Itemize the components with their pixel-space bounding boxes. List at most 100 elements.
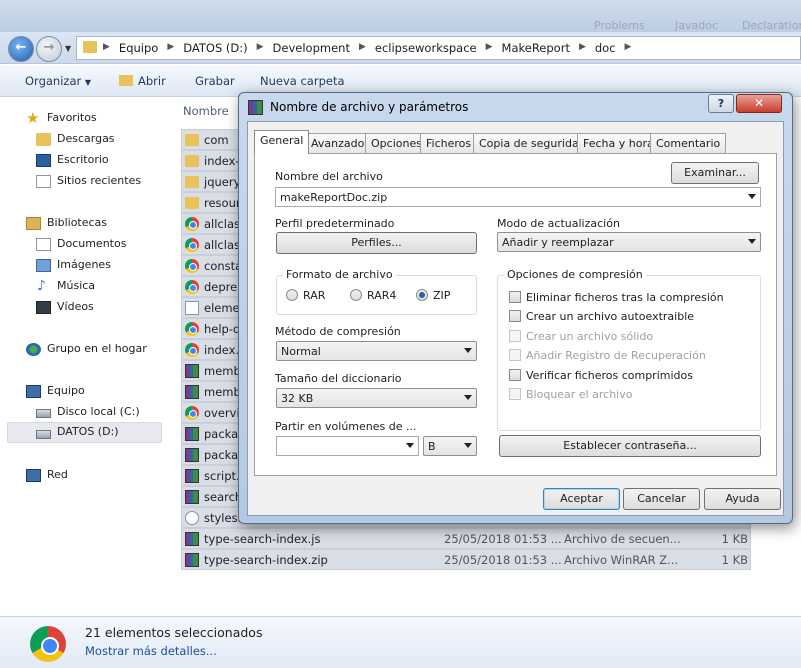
chevron-down-icon[interactable]: [748, 194, 756, 199]
format-zip-radio[interactable]: ZIP: [416, 289, 450, 302]
compression-method-select[interactable]: Normal: [276, 341, 477, 361]
test-files-checkbox[interactable]: Verificar ficheros comprimidos: [509, 369, 693, 382]
chevron-right-icon[interactable]: ▶: [167, 42, 174, 56]
delete-files-checkbox[interactable]: Eliminar ficheros tras la compresión: [509, 291, 724, 304]
downloads-folder-icon: [36, 133, 51, 146]
winrar-icon: [185, 490, 199, 504]
tab-advanced[interactable]: Avanzado: [305, 133, 371, 153]
sidebar-item-label: Disco local (C:): [57, 405, 140, 418]
file-row[interactable]: type-search-index.js 25/05/2018 01:53 ...…: [181, 528, 751, 549]
sidebar-item-homegroup[interactable]: Grupo en el hogar: [0, 339, 172, 360]
compression-method-label: Método de compresión: [275, 325, 401, 338]
tab-comment[interactable]: Comentario: [650, 133, 727, 153]
file-type: Archivo de secuen...: [564, 532, 681, 546]
chevron-right-icon[interactable]: ▶: [579, 42, 586, 56]
close-button[interactable]: ✕: [736, 94, 782, 113]
format-rar-radio[interactable]: RAR: [286, 289, 325, 302]
sidebar-item-videos[interactable]: Vídeos: [0, 297, 172, 318]
chrome-icon: [30, 626, 66, 662]
sidebar-item-network[interactable]: Red: [0, 465, 172, 486]
dictionary-size-select[interactable]: 32 KB: [276, 388, 477, 408]
winrar-icon: [248, 100, 263, 115]
profiles-button[interactable]: Perfiles...: [276, 232, 477, 254]
file-date: 25/05/2018 01:53 ...: [444, 553, 562, 567]
tab-general[interactable]: General: [254, 130, 310, 154]
update-mode-label: Modo de actualización: [497, 217, 620, 230]
sidebar-item-label: Música: [57, 279, 96, 292]
open-button[interactable]: Abrir: [119, 74, 166, 88]
sidebar-item-music[interactable]: ♪ Música: [0, 276, 172, 297]
split-volumes-input[interactable]: [276, 436, 419, 456]
tab-backup[interactable]: Copia de seguridad: [473, 133, 592, 153]
new-folder-button[interactable]: Nueva carpeta: [260, 74, 345, 88]
sidebar-item-label: Red: [47, 468, 68, 481]
create-sfx-checkbox[interactable]: Crear un archivo autoextraible: [509, 310, 694, 323]
file-name: depre: [204, 280, 238, 294]
file-row[interactable]: type-search-index.zip 25/05/2018 01:53 ..…: [181, 549, 751, 570]
organize-label: Organizar: [25, 74, 82, 88]
file-name: allclas: [204, 217, 240, 231]
crumb-makereport[interactable]: MakeReport: [502, 41, 570, 55]
checkbox-icon: [509, 388, 521, 400]
sidebar-item-data-drive[interactable]: DATOS (D:): [7, 422, 162, 443]
sidebar-item-favorites[interactable]: ★ Favoritos: [0, 108, 172, 129]
desktop-icon: [36, 154, 51, 167]
file-size: 1 KB: [721, 553, 748, 567]
chevron-right-icon[interactable]: ▶: [625, 42, 632, 56]
sidebar-item-pictures[interactable]: Imágenes: [0, 255, 172, 276]
file-name: help-d: [204, 322, 241, 336]
checkbox-icon: [509, 291, 521, 303]
crumb-development[interactable]: Development: [273, 41, 350, 55]
file-name: resour: [204, 196, 241, 210]
chevron-right-icon[interactable]: ▶: [257, 42, 264, 56]
crumb-datos[interactable]: DATOS (D:): [183, 41, 247, 55]
chevron-down-icon[interactable]: ▼: [65, 44, 71, 53]
sidebar-item-label: Equipo: [47, 384, 85, 397]
help-title-button[interactable]: ?: [708, 94, 734, 113]
tab-files[interactable]: Ficheros: [420, 133, 478, 153]
update-mode-select[interactable]: Añadir y reemplazar: [497, 232, 761, 252]
sidebar-item-local-disk[interactable]: Disco local (C:): [0, 402, 172, 423]
help-button[interactable]: Ayuda: [704, 488, 781, 510]
column-header-name[interactable]: Nombre: [183, 104, 229, 118]
chrome-icon: [185, 406, 199, 420]
chevron-right-icon[interactable]: ▶: [103, 42, 110, 56]
file-name: overvi: [204, 406, 240, 420]
show-more-details-link[interactable]: Mostrar más detalles...: [85, 644, 217, 658]
browse-button[interactable]: Examinar...: [671, 162, 759, 184]
back-button[interactable]: ←: [8, 36, 34, 62]
archive-name-dialog: Nombre de archivo y parámetros ? ✕ Gener…: [238, 92, 793, 524]
chevron-right-icon[interactable]: ▶: [359, 42, 366, 56]
winrar-icon: [185, 427, 199, 441]
tab-options[interactable]: Opciones: [365, 133, 428, 153]
chrome-icon: [185, 280, 199, 294]
music-note-icon: ♪: [37, 278, 46, 294]
archive-name-input[interactable]: makeReportDoc.zip: [275, 187, 761, 207]
radio-label: RAR4: [367, 289, 397, 302]
sidebar-item-computer[interactable]: Equipo: [0, 381, 172, 402]
crumb-doc[interactable]: doc: [595, 41, 616, 55]
organize-button[interactable]: Organizar ▼: [25, 74, 91, 88]
sidebar-item-recent[interactable]: Sitios recientes: [0, 171, 172, 192]
sidebar-item-downloads[interactable]: Descargas: [0, 129, 172, 150]
background-tab-javadoc: Javadoc: [675, 19, 718, 32]
format-rar4-radio[interactable]: RAR4: [350, 289, 396, 302]
chevron-down-icon: [464, 348, 472, 353]
address-bar[interactable]: ▶ Equipo ▶ DATOS (D:) ▶ Development ▶ ec…: [76, 36, 801, 60]
radio-icon: [286, 289, 298, 301]
cancel-button[interactable]: Cancelar: [623, 488, 700, 510]
crumb-equipo[interactable]: Equipo: [119, 41, 158, 55]
sidebar-item-libraries[interactable]: Bibliotecas: [0, 213, 172, 234]
forward-button[interactable]: →: [36, 36, 62, 62]
burn-button[interactable]: Grabar: [195, 74, 235, 88]
sidebar-item-documents[interactable]: Documentos: [0, 234, 172, 255]
chevron-right-icon[interactable]: ▶: [486, 42, 493, 56]
ok-button[interactable]: Aceptar: [543, 488, 620, 510]
crumb-eclipseworkspace[interactable]: eclipseworkspace: [375, 41, 477, 55]
set-password-button[interactable]: Establecer contraseña...: [499, 435, 761, 457]
tab-date-time[interactable]: Fecha y hora: [577, 133, 660, 153]
sidebar-item-desktop[interactable]: Escritorio: [0, 150, 172, 171]
split-unit-select[interactable]: B: [423, 436, 477, 456]
file-name: type-search-index.js: [204, 532, 321, 546]
chevron-down-icon[interactable]: [406, 443, 414, 448]
